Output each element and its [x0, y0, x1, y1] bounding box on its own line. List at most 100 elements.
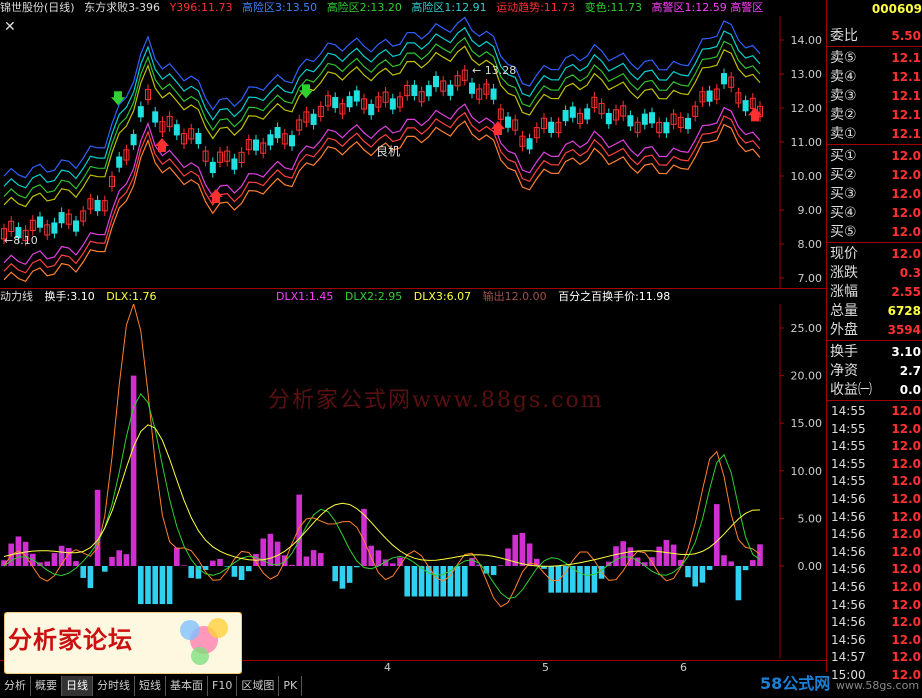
divider — [827, 400, 922, 401]
stat-row: 净资2.7 — [827, 361, 922, 381]
tick-row: 14:5612.0 — [827, 560, 922, 578]
histogram-bar — [210, 561, 216, 566]
candle-body — [585, 109, 590, 119]
histogram-bar — [80, 566, 86, 578]
risk-zone-1: 高险区1:12.91 — [411, 1, 486, 14]
tick-row: 14:5512.0 — [827, 455, 922, 473]
tick-row: 15:00 12.0 — [827, 666, 922, 684]
yaxis-label: 5.00 — [798, 512, 823, 525]
stat-row-value: 3594 — [888, 320, 921, 340]
histogram-bar — [124, 554, 130, 566]
ask-level-2-value: 12.1 — [891, 105, 921, 125]
candle-body — [527, 139, 532, 149]
ask-level-4: 卖④12.1 — [827, 67, 922, 87]
tick-price: 12.0 — [891, 666, 921, 684]
histogram-bar — [700, 566, 706, 583]
tick-price: 12.0 — [891, 525, 921, 543]
tab-region[interactable]: 区域图 — [237, 676, 279, 696]
histogram-bar — [736, 566, 742, 600]
sub-indicator-name[interactable]: 动力线 — [0, 290, 33, 303]
divider — [827, 340, 922, 341]
ask-level-4-value: 12.1 — [891, 67, 921, 87]
yaxis-label: 10.00 — [791, 465, 823, 478]
tab-pk[interactable]: PK — [279, 676, 302, 696]
tab-daily[interactable]: 日线 — [62, 676, 93, 696]
tab-intraday[interactable]: 分时线 — [93, 676, 135, 696]
candle-body — [254, 140, 259, 150]
histogram-bar — [491, 566, 497, 575]
tick-price: 12.0 — [891, 508, 921, 526]
candle-body — [642, 114, 647, 124]
sell-arrow-icon — [111, 91, 125, 105]
tick-time: 14:56 — [831, 596, 866, 614]
watermark: 分析家公式网www.88gs.com — [268, 382, 604, 414]
candle-body — [563, 111, 568, 121]
tick-time: 14:55 — [831, 455, 866, 473]
tick-time: 14:55 — [831, 420, 866, 438]
order-ratio: 委比5.50 — [827, 26, 922, 46]
histogram-bar — [692, 566, 698, 586]
tab-analysis[interactable]: 分析 — [0, 676, 31, 696]
candle-body — [38, 217, 43, 227]
candle-body — [354, 91, 359, 101]
tick-time: 14:55 — [831, 402, 866, 420]
tick-time: 14:56 — [831, 490, 866, 508]
stock-title[interactable]: 锦世股份(日线) — [0, 1, 75, 14]
yaxis-label: 0.00 — [798, 560, 823, 573]
indicator-header: 锦世股份(日线) 东方求败3-396 Y396:11.73 高险区3:13.50… — [0, 0, 826, 16]
tick-time: 14:55 — [831, 472, 866, 490]
divider — [827, 144, 922, 145]
histogram-bar — [354, 566, 360, 567]
yaxis-label: 20.00 — [791, 370, 823, 383]
tab-fundamentals[interactable]: 基本面 — [166, 676, 208, 696]
turnover-value: 换手:3.10 — [45, 290, 95, 303]
candle-body — [664, 123, 669, 133]
histogram-bar — [728, 561, 734, 566]
candle-body — [95, 200, 100, 210]
quote-panel: 委比5.50卖⑤12.1卖④12.1卖③12.1卖②12.1卖①12.1买①12… — [826, 0, 922, 672]
stat-row-value: 3.10 — [891, 342, 921, 362]
histogram-bar — [743, 566, 749, 570]
tab-f10[interactable]: F10 — [208, 676, 237, 696]
histogram-bar — [217, 559, 223, 566]
sell-arrow-icon — [299, 84, 313, 98]
stat-row-label: 收益㈠ — [830, 380, 872, 400]
tick-row: 14:5612.0 — [827, 578, 922, 596]
bid-level-4-label: 买④ — [830, 203, 857, 223]
histogram-bar — [613, 546, 619, 566]
candle-body — [369, 104, 374, 114]
histogram-bar — [88, 566, 94, 588]
ask-level-3-label: 卖③ — [830, 86, 857, 106]
candle-body — [650, 113, 655, 123]
stat-row: 总量6728 — [827, 301, 922, 321]
candle-body — [448, 85, 453, 95]
histogram-bar — [289, 565, 295, 566]
tick-price: 12.0 — [891, 437, 921, 455]
tick-price: 12.0 — [891, 648, 921, 666]
tab-summary[interactable]: 概要 — [31, 676, 62, 696]
tick-time: 15:00 — [831, 666, 866, 684]
risk-zone-3: 高险区3:13.50 — [242, 1, 317, 14]
sub-indicator-header: 动力线 换手:3.10 DLX:1.76 DLX1:1.45 DLX2:2.95… — [0, 290, 826, 304]
histogram-bar — [390, 563, 396, 566]
yaxis-label: 15.00 — [791, 417, 823, 430]
tab-shortline[interactable]: 短线 — [135, 676, 166, 696]
indicator-name[interactable]: 东方求败3-396 — [84, 1, 160, 14]
candle-body — [426, 86, 431, 96]
candlestick-chart[interactable]: 14.0013.0012.0011.0010.009.008.007.00← 1… — [0, 16, 826, 288]
tick-time: 14:56 — [831, 508, 866, 526]
histogram-bar — [160, 566, 166, 604]
histogram-bar — [268, 534, 274, 566]
histogram-bar — [167, 566, 173, 604]
xaxis-label: 6 — [680, 661, 687, 674]
candle-body — [52, 223, 57, 233]
buy-arrow-icon — [155, 138, 169, 152]
histogram-bar — [577, 566, 583, 593]
stat-row-label: 涨跌 — [830, 263, 858, 283]
tick-time: 14:57 — [831, 648, 866, 666]
dlx2-value: DLX2:2.95 — [345, 290, 402, 303]
momentum-chart[interactable]: 25.0020.0015.0010.005.000.00 — [0, 304, 826, 658]
yaxis-label: 12.00 — [791, 102, 823, 115]
divider — [827, 242, 922, 243]
tick-row: 14:5612.0 — [827, 596, 922, 614]
